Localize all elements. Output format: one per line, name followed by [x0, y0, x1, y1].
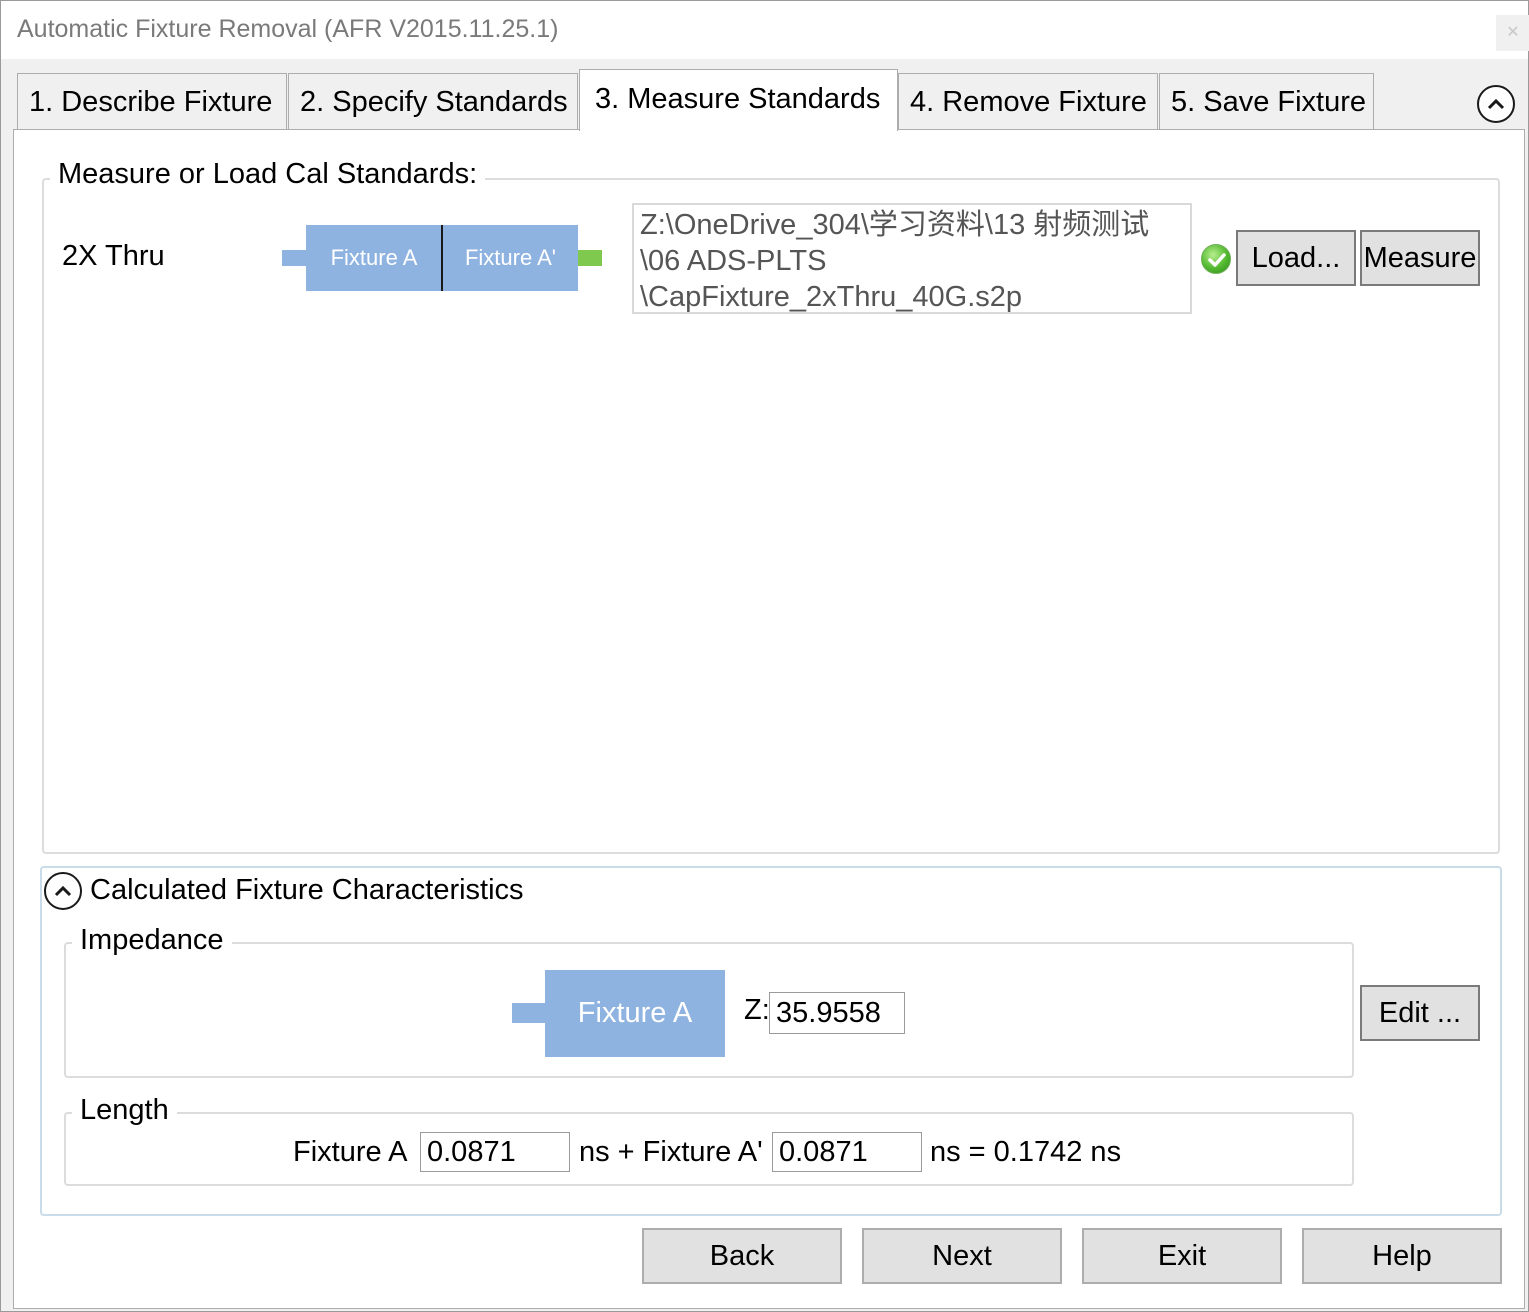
chevron-up-icon — [1487, 98, 1505, 110]
tab-remove-fixture[interactable]: 4. Remove Fixture — [898, 73, 1158, 131]
load-button[interactable]: Load... — [1236, 230, 1356, 286]
app-window: Automatic Fixture Removal (AFR V2015.11.… — [0, 0, 1529, 1312]
file-path-line: \CapFixture_2xThru_40G.s2p — [640, 281, 1023, 313]
tab-label: 5. Save Fixture — [1171, 86, 1367, 118]
tab-save-fixture[interactable]: 5. Save Fixture — [1159, 73, 1374, 131]
length-fixture-a-label: Fixture A — [293, 1136, 408, 1168]
fixture-a-prime-block: Fixture A' — [443, 225, 578, 291]
ns-plus-label: ns + Fixture A' — [579, 1136, 763, 1168]
tab-label: 4. Remove Fixture — [910, 86, 1147, 118]
close-icon: ✕ — [1506, 24, 1520, 41]
tab-label: 1. Describe Fixture — [29, 86, 273, 118]
impedance-fixture-connector — [512, 1003, 546, 1023]
fixture-connector-left — [282, 250, 306, 266]
z-label: Z: — [744, 994, 770, 1026]
edit-impedance-button[interactable]: Edit ... — [1360, 985, 1480, 1041]
green-check-icon — [1201, 244, 1231, 274]
measure-button[interactable]: Measure — [1360, 230, 1480, 286]
collapse-tabs-button[interactable] — [1477, 85, 1515, 123]
next-button[interactable]: Next — [862, 1228, 1062, 1284]
fixture-a-block: Fixture A — [306, 225, 442, 291]
calculated-characteristics-title: Calculated Fixture Characteristics — [90, 874, 524, 906]
impedance-fixture-a-label: Fixture A — [577, 997, 693, 1029]
close-button[interactable]: ✕ — [1496, 15, 1529, 51]
standard-label-2x-thru: 2X Thru — [62, 240, 165, 272]
fixture-a-prime-length-field[interactable]: 0.0871 — [772, 1132, 922, 1172]
collapse-calculated-button[interactable] — [44, 872, 82, 910]
title-bar: Automatic Fixture Removal (AFR V2015.11.… — [1, 1, 1529, 59]
tab-specify-standards[interactable]: 2. Specify Standards — [288, 73, 578, 131]
back-button[interactable]: Back — [642, 1228, 842, 1284]
fixture-connector-right — [578, 250, 602, 266]
file-path-line: Z:\OneDrive_304\学习资料\13 射频测试 — [640, 209, 1150, 241]
file-path-line: \06 ADS-PLTS — [640, 245, 827, 277]
file-path-display: Z:\OneDrive_304\学习资料\13 射频测试 \06 ADS-PLT… — [632, 203, 1192, 314]
fixture-a-label: Fixture A — [330, 245, 418, 270]
impedance-fixture-a-block: Fixture A — [545, 970, 725, 1057]
tab-panel-measure-standards: Measure or Load Cal Standards: 2X Thru F… — [13, 129, 1525, 1309]
tab-describe-fixture[interactable]: 1. Describe Fixture — [17, 73, 287, 131]
impedance-group-title: Impedance — [72, 924, 232, 957]
exit-button[interactable]: Exit — [1082, 1228, 1282, 1284]
fixture-a-length-field[interactable]: 0.0871 — [420, 1132, 570, 1172]
fixture-a-prime-label: Fixture A' — [464, 245, 556, 270]
tab-measure-standards[interactable]: 3. Measure Standards — [579, 69, 898, 131]
tab-label: 2. Specify Standards — [300, 86, 568, 118]
measure-load-group-title: Measure or Load Cal Standards: — [50, 158, 486, 191]
window-title: Automatic Fixture Removal (AFR V2015.11.… — [17, 15, 559, 43]
length-group-title: Length — [72, 1094, 177, 1127]
total-length-result: ns = 0.1742 ns — [930, 1136, 1122, 1168]
z-impedance-field[interactable]: 35.9558 — [769, 992, 905, 1034]
help-button[interactable]: Help — [1302, 1228, 1502, 1284]
tab-label: 3. Measure Standards — [595, 83, 881, 115]
chevron-up-icon — [54, 885, 72, 897]
